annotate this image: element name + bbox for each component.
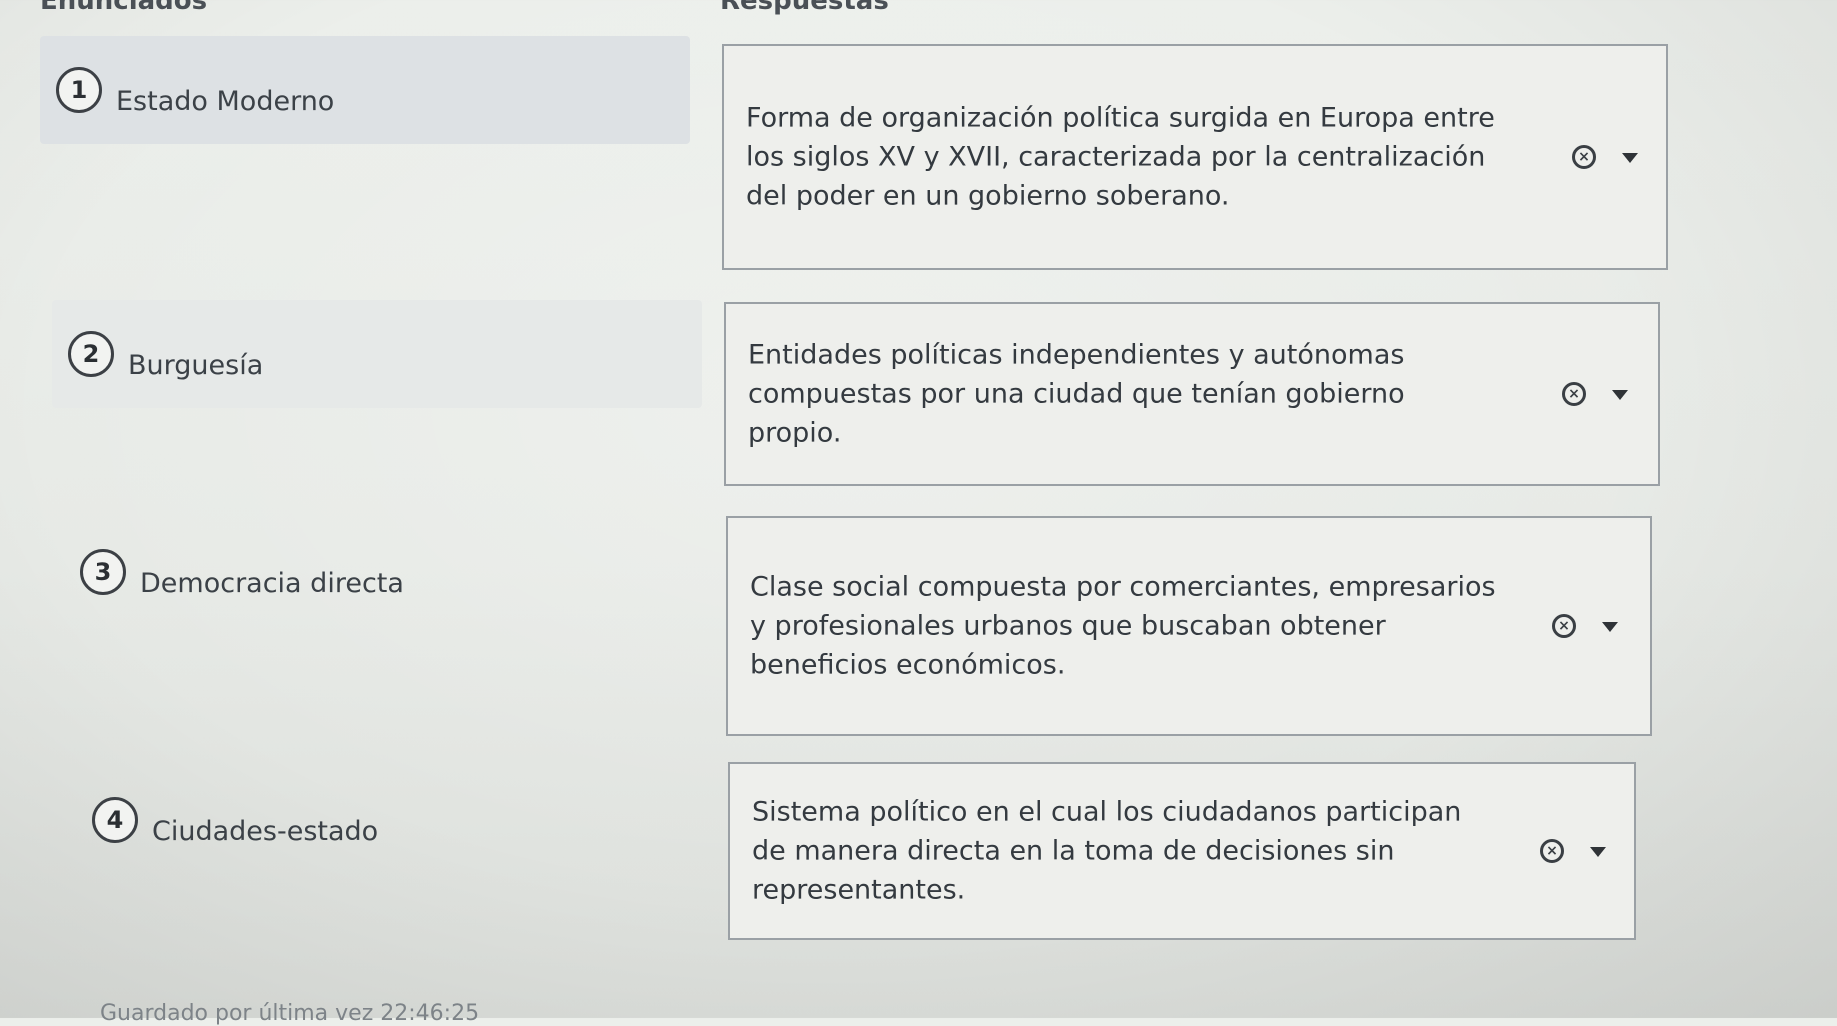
left-column-header: Enunciados xyxy=(40,0,208,16)
term-number-badge: 1 xyxy=(56,67,102,113)
term-item-2: 2 Burguesía xyxy=(52,300,702,408)
answer-text: Forma de organización política surgida e… xyxy=(746,102,1495,212)
term-label: Democracia directa xyxy=(140,567,404,599)
answer-dropdown-1[interactable]: Forma de organización política surgida e… xyxy=(722,44,1668,270)
answer-dropdown-2[interactable]: Entidades políticas independientes y aut… xyxy=(724,302,1660,486)
answer-text: Clase social compuesta por comerciantes,… xyxy=(750,571,1496,681)
answer-dropdown-3[interactable]: Clase social compuesta por comerciantes,… xyxy=(726,516,1652,736)
caret-down-icon[interactable] xyxy=(1622,153,1638,163)
caret-down-icon[interactable] xyxy=(1590,847,1606,857)
term-item-4: 4 Ciudades-estado xyxy=(76,766,726,874)
term-number-badge: 2 xyxy=(68,331,114,377)
clear-selection-icon[interactable]: × xyxy=(1562,382,1586,406)
caret-down-icon[interactable] xyxy=(1612,390,1628,400)
last-saved-status: Guardado por última vez 22:46:25 xyxy=(100,1001,480,1026)
term-label: Ciudades-estado xyxy=(152,815,379,847)
term-item-3: 3 Democracia directa xyxy=(64,518,714,626)
answer-dropdown-4[interactable]: Sistema político en el cual los ciudadan… xyxy=(728,762,1636,940)
term-item-1: 1 Estado Moderno xyxy=(40,36,690,144)
clear-selection-icon[interactable]: × xyxy=(1552,614,1576,638)
right-column-header: Respuestas xyxy=(720,0,889,16)
answer-text: Sistema político en el cual los ciudadan… xyxy=(752,796,1462,906)
term-label: Burguesía xyxy=(128,349,264,381)
caret-down-icon[interactable] xyxy=(1602,622,1618,632)
term-number-badge: 4 xyxy=(92,797,138,843)
clear-selection-icon[interactable]: × xyxy=(1540,839,1564,863)
answer-text: Entidades políticas independientes y aut… xyxy=(748,339,1405,449)
clear-selection-icon[interactable]: × xyxy=(1572,145,1596,169)
term-number-badge: 3 xyxy=(80,549,126,595)
term-label: Estado Moderno xyxy=(116,85,335,117)
